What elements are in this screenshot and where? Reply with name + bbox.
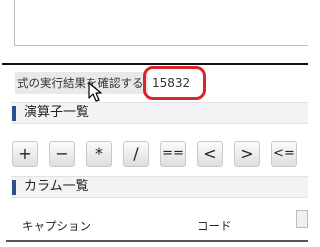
operator-minus-button[interactable]: − xyxy=(49,141,75,167)
section-marker-icon xyxy=(12,106,16,121)
operator-less-equal-button[interactable]: <= xyxy=(271,141,297,167)
operators-section-header: 演算子一覧 xyxy=(11,102,308,124)
operator-plus-button[interactable]: + xyxy=(12,141,38,167)
mouse-pointer-icon xyxy=(88,82,102,102)
operator-buttons: + − * / == < > <= xyxy=(12,141,308,169)
columns-table-header: キャプション コード xyxy=(0,213,308,239)
scrollbar-handle[interactable] xyxy=(296,210,308,228)
operator-multiply-button[interactable]: * xyxy=(86,141,112,167)
operators-section-title: 演算子一覧 xyxy=(24,105,90,120)
table-border xyxy=(6,240,308,242)
column-header-caption[interactable]: キャプション xyxy=(22,213,91,239)
section-marker-icon xyxy=(12,180,16,195)
result-highlight-annotation xyxy=(143,66,206,100)
operator-equals-button[interactable]: == xyxy=(160,141,186,167)
divider xyxy=(2,63,308,65)
operator-divide-button[interactable]: / xyxy=(123,141,149,167)
columns-section-header: カラム一覧 xyxy=(11,176,308,198)
check-result-button[interactable]: 式の実行結果を確認する xyxy=(15,72,148,94)
formula-panel: 式の実行結果を確認する 15832 演算子一覧 + − * / == < > <… xyxy=(0,0,308,247)
columns-section-title: カラム一覧 xyxy=(24,179,89,194)
operator-greater-than-button[interactable]: > xyxy=(234,141,260,167)
column-header-code[interactable]: コード xyxy=(197,213,232,239)
formula-input[interactable] xyxy=(14,0,308,46)
operator-less-than-button[interactable]: < xyxy=(197,141,223,167)
